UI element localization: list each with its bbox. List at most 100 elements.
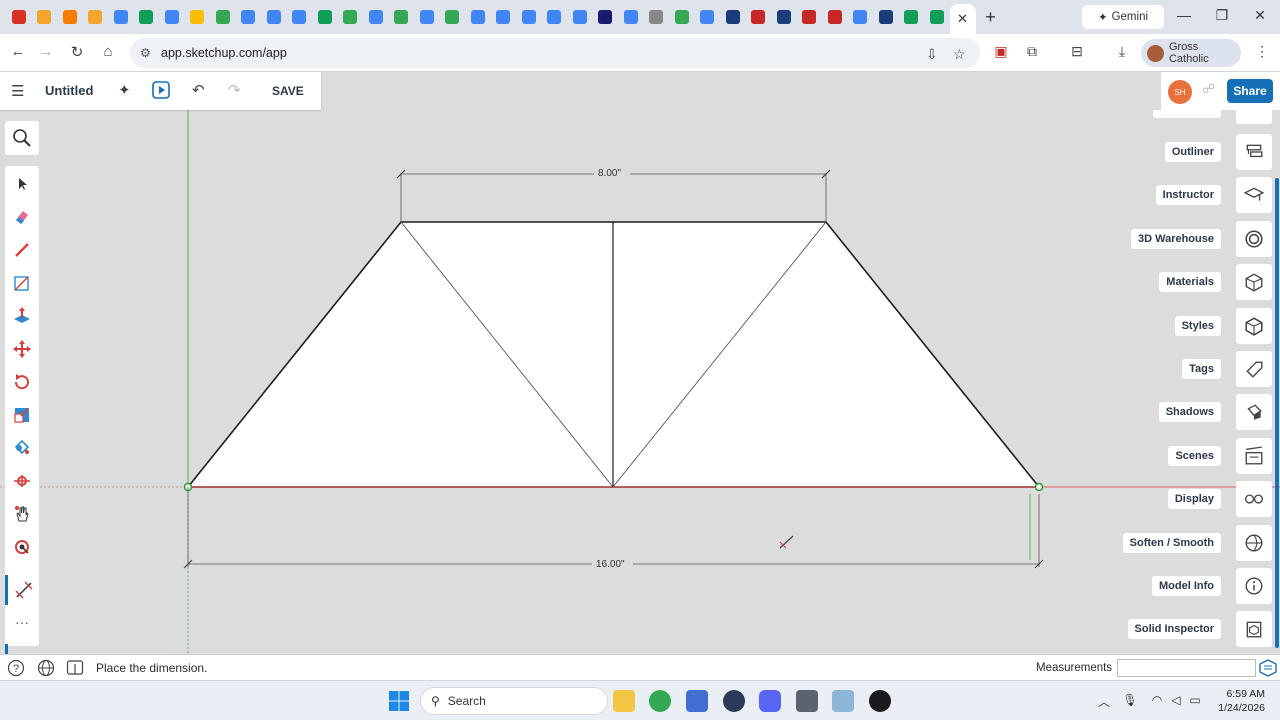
browser-tab[interactable] — [440, 0, 466, 34]
tray-overflow-icon[interactable]: ︿ — [1096, 693, 1112, 710]
panel-solid-inspector-button[interactable] — [1236, 611, 1272, 648]
eraser-tool[interactable] — [5, 200, 39, 233]
panel-styles-label[interactable]: Styles — [1174, 315, 1221, 336]
move-tool[interactable] — [5, 332, 39, 365]
pan-tool[interactable] — [5, 497, 39, 530]
browser-tab[interactable] — [159, 0, 185, 34]
browser-tab[interactable] — [567, 0, 593, 34]
select-tool[interactable] — [5, 167, 39, 200]
battery-icon[interactable]: ▭ — [1187, 693, 1203, 707]
globe-icon[interactable] — [37, 659, 55, 677]
document-title[interactable]: Untitled — [45, 83, 93, 98]
close-tab-icon[interactable]: ✕ — [957, 11, 968, 27]
panel-info-button[interactable] — [1236, 568, 1272, 604]
gemini-button[interactable]: ✦ Gemini — [1082, 5, 1164, 29]
snipping-tool-icon[interactable] — [832, 690, 854, 712]
pdf-extension-icon[interactable]: ▣ — [992, 43, 1010, 60]
panel-instructor-button[interactable] — [1236, 177, 1272, 214]
browser-tab[interactable] — [822, 0, 848, 34]
back-icon[interactable]: ← — [8, 43, 28, 60]
rotate-tool[interactable] — [5, 365, 39, 398]
chrome-icon[interactable] — [649, 690, 671, 712]
panel-warehouse-button[interactable] — [1236, 220, 1272, 257]
discord-icon[interactable] — [759, 690, 781, 712]
browser-tab[interactable] — [899, 0, 925, 34]
extensions-icon[interactable]: ⧉ — [1023, 43, 1041, 60]
tab-search-icon[interactable]: ⊟ — [1068, 43, 1086, 60]
browser-tab[interactable] — [57, 0, 83, 34]
browser-tab[interactable] — [771, 0, 797, 34]
address-bar[interactable]: ⚙ app.sketchup.com/app ⇩ ☆ — [130, 38, 980, 68]
modeling-canvas[interactable]: 8.00" 16.00" ☰ Untitled ✦ ↶ ↷ SAVE SH ☍ … — [0, 72, 1280, 654]
panel-display-button[interactable] — [1236, 481, 1272, 518]
restore-icon[interactable]: ❐ — [1212, 7, 1232, 24]
browser-tab[interactable] — [746, 0, 772, 34]
browser-tab[interactable] — [287, 0, 313, 34]
save-button[interactable]: SAVE — [272, 84, 304, 98]
app-icon-dark[interactable] — [869, 690, 891, 712]
browser-tab[interactable] — [261, 0, 287, 34]
minimize-icon[interactable]: — — [1174, 7, 1194, 23]
panel-styles-button[interactable] — [1236, 307, 1272, 344]
panel-outliner-label[interactable]: Outliner — [1164, 142, 1221, 162]
wifi-icon[interactable]: ◠ — [1149, 693, 1165, 707]
ai-sparkle-icon[interactable]: ✦ — [118, 81, 131, 99]
paint-bucket-tool[interactable] — [5, 431, 39, 464]
panel-warehouse-label[interactable]: 3D Warehouse — [1130, 228, 1221, 249]
browser-tab[interactable] — [491, 0, 517, 34]
active-tab[interactable]: ✕ — [949, 4, 976, 34]
more-tools-icon[interactable]: ··· — [5, 614, 39, 630]
collaborate-icon[interactable]: ☍ — [1202, 81, 1215, 97]
windows-start-icon[interactable] — [389, 691, 409, 711]
browser-tab[interactable] — [363, 0, 389, 34]
browser-tab[interactable] — [312, 0, 338, 34]
close-window-icon[interactable]: ✕ — [1250, 7, 1270, 24]
file-explorer-icon[interactable] — [613, 690, 635, 712]
browser-tab[interactable] — [32, 0, 58, 34]
install-app-icon[interactable]: ⇩ — [926, 46, 938, 63]
browser-tab[interactable] — [618, 0, 644, 34]
browser-tab[interactable] — [210, 0, 236, 34]
panel-shadows-button[interactable] — [1236, 394, 1272, 431]
browser-tab[interactable] — [873, 0, 899, 34]
panel-outliner-button[interactable] — [1236, 134, 1272, 170]
rectangle-tool[interactable] — [5, 266, 39, 299]
notepad-icon[interactable] — [686, 690, 708, 712]
browser-tab[interactable] — [644, 0, 670, 34]
panel-info-label[interactable]: Model Info — [1152, 576, 1221, 596]
search-tool[interactable] — [5, 121, 39, 155]
panel-soften-button[interactable] — [1236, 524, 1272, 561]
browser-tab[interactable] — [720, 0, 746, 34]
new-tab-button[interactable]: + — [976, 7, 1006, 28]
taskbar-clock[interactable]: 6:59 AM 1/24/2026 — [1211, 687, 1265, 715]
hamburger-menu-icon[interactable]: ☰ — [11, 82, 24, 100]
pencil-tool[interactable] — [5, 233, 39, 266]
share-button[interactable]: Share — [1227, 79, 1273, 103]
taskbar-search[interactable]: ⚲ Search — [420, 687, 608, 715]
browser-tab[interactable] — [542, 0, 568, 34]
panel-tags-button[interactable] — [1236, 351, 1272, 387]
bottom-dimension[interactable] — [183, 487, 1044, 569]
top-dimension-label[interactable]: 8.00" — [598, 168, 621, 179]
scale-tool[interactable] — [5, 398, 39, 431]
browser-tab[interactable] — [593, 0, 619, 34]
instructor-toggle-icon[interactable] — [66, 659, 84, 677]
panel-soften-label[interactable]: Soften / Smooth — [1122, 532, 1221, 553]
panel-tags-label[interactable]: Tags — [1182, 359, 1221, 379]
browser-tab[interactable] — [465, 0, 491, 34]
site-info-icon[interactable]: ⚙ — [140, 46, 151, 60]
calculator-icon[interactable] — [796, 690, 818, 712]
panel-materials-button[interactable] — [1236, 264, 1272, 301]
browser-tab[interactable] — [6, 0, 32, 34]
orbit-tool[interactable] — [5, 530, 39, 563]
volume-icon[interactable]: ◁ — [1168, 693, 1184, 707]
panel-display-label[interactable]: Display — [1167, 489, 1221, 510]
browser-tab[interactable] — [338, 0, 364, 34]
browser-tab[interactable] — [414, 0, 440, 34]
forward-icon[interactable]: → — [36, 43, 56, 60]
microphone-icon[interactable]: 🎙 — [1122, 693, 1138, 707]
browser-tab[interactable] — [516, 0, 542, 34]
redo-icon[interactable]: ↷ — [228, 81, 241, 99]
panel-scenes-label[interactable]: Scenes — [1168, 445, 1221, 466]
vpn-icon[interactable] — [723, 690, 745, 712]
